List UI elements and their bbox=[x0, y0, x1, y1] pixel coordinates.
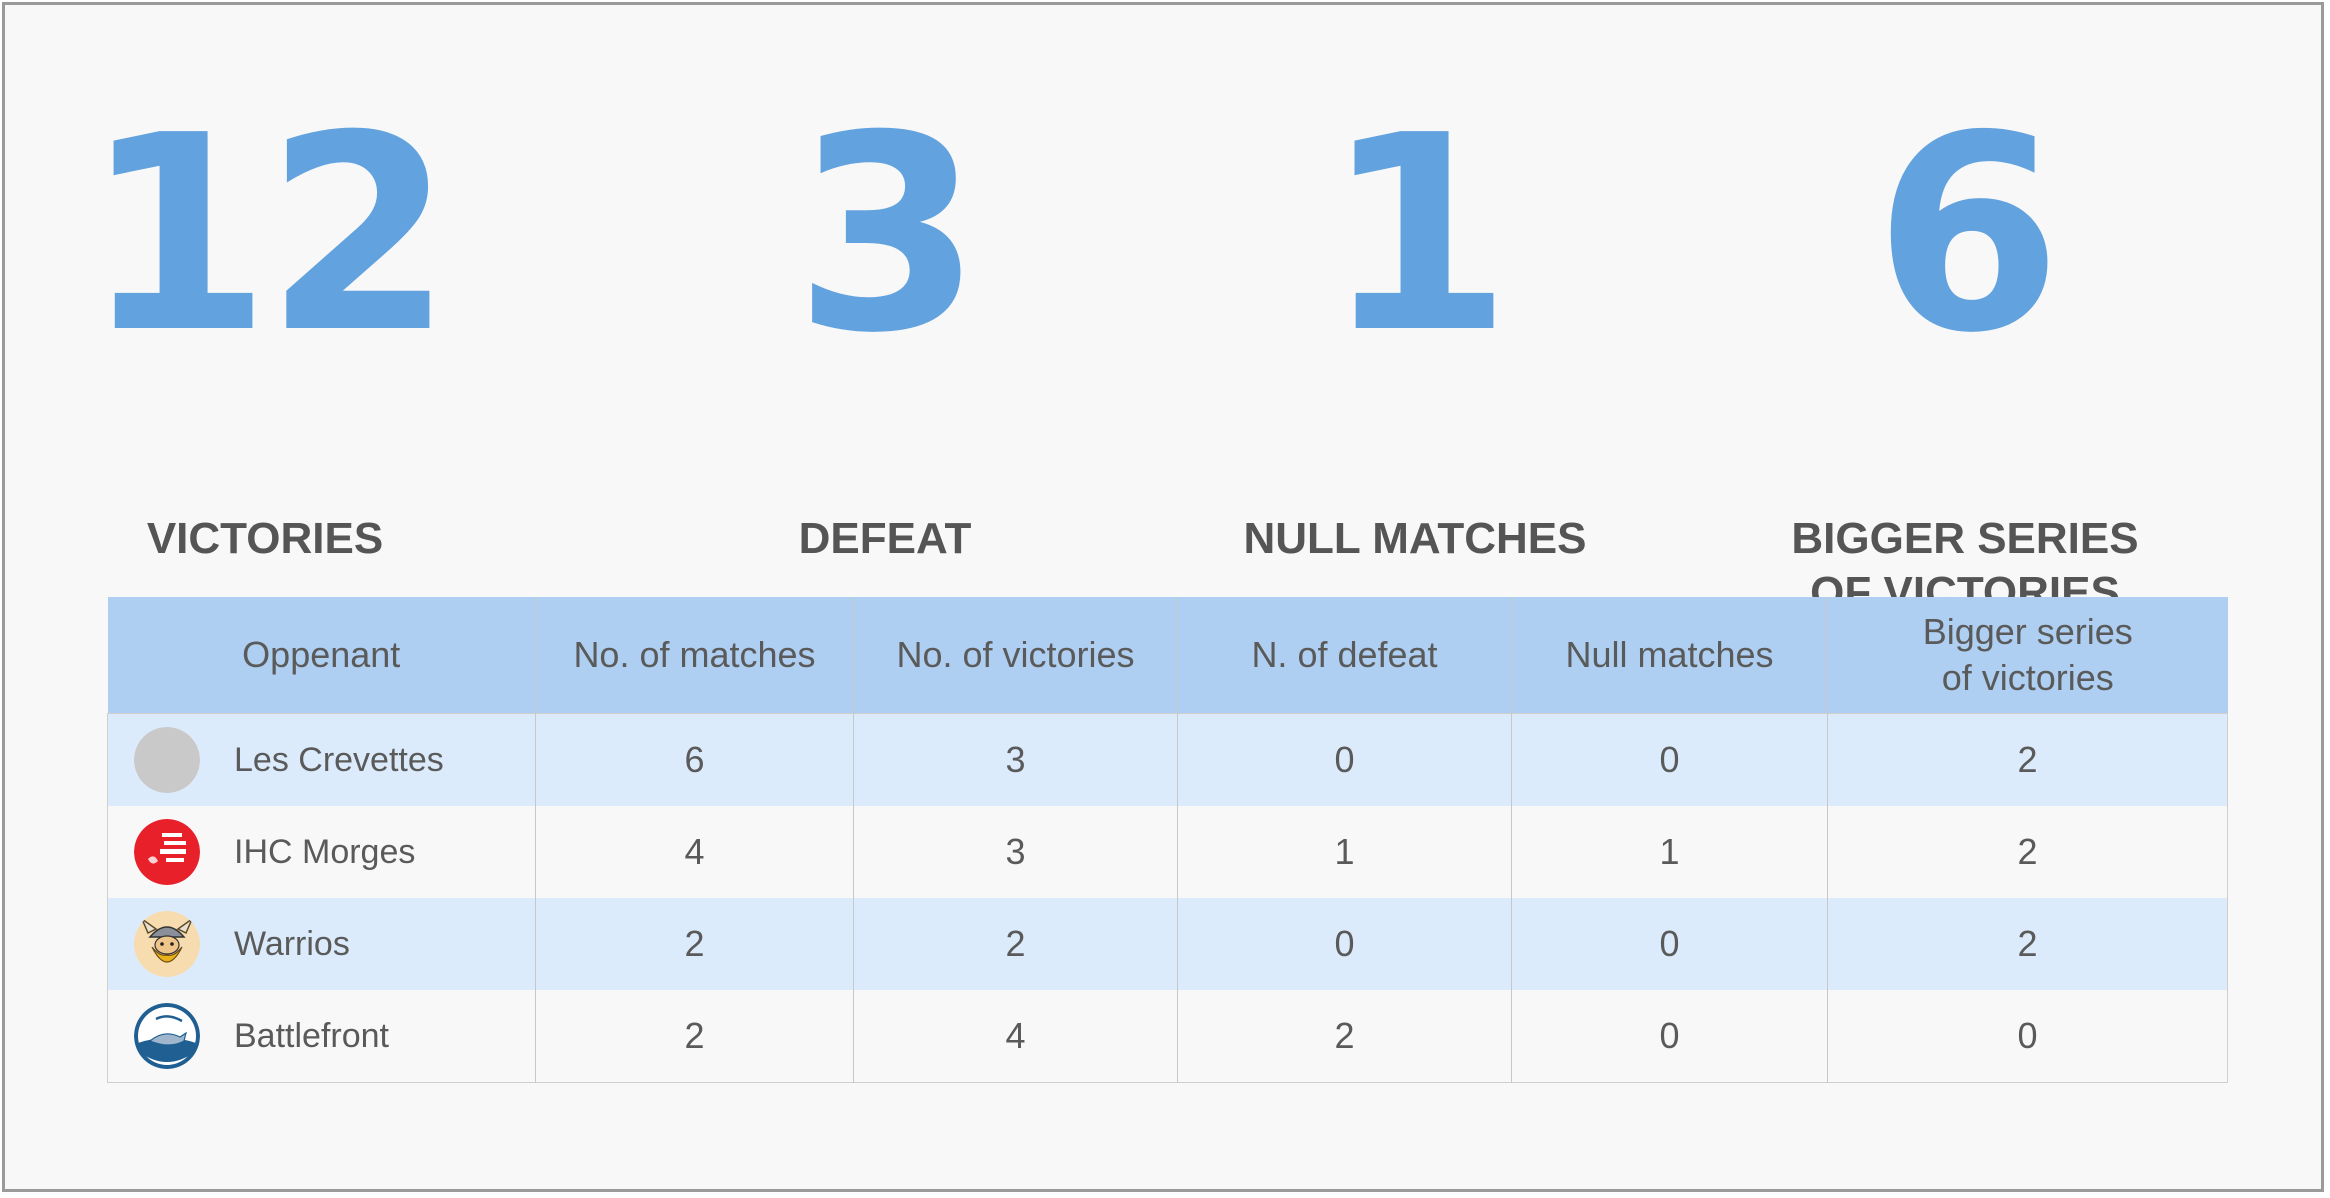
victories-cell: 4 bbox=[853, 990, 1178, 1083]
defeat-cell: 1 bbox=[1177, 806, 1512, 898]
series-cell: 2 bbox=[1827, 806, 2228, 898]
table-header-row: Oppenant No. of matches No. of victories… bbox=[107, 597, 2228, 714]
null-matches-cell: 0 bbox=[1511, 990, 1828, 1083]
stat-number: 6 bbox=[1874, 77, 2062, 392]
opponent-name: Warrios bbox=[234, 924, 350, 963]
defeat-cell: 0 bbox=[1177, 713, 1512, 806]
victories-cell: 3 bbox=[853, 713, 1178, 806]
header-matches: No. of matches bbox=[535, 597, 854, 714]
header-victories: No. of victories bbox=[853, 597, 1178, 714]
opponent-name: Battlefront bbox=[234, 1016, 389, 1055]
opponent-cell: IHC Morges bbox=[107, 806, 536, 898]
shark-logo-icon bbox=[134, 1003, 200, 1069]
stat-null-matches: 1 NULL MATCHES bbox=[1155, 77, 1675, 566]
victories-cell: 3 bbox=[853, 806, 1178, 898]
opponent-cell: Battlefront bbox=[107, 990, 536, 1083]
stat-number: 3 bbox=[794, 77, 982, 392]
matches-cell: 4 bbox=[535, 806, 854, 898]
stat-label: VICTORIES bbox=[146, 514, 384, 563]
stat-number: 12 bbox=[83, 77, 453, 392]
table-row: Battlefront 2 4 2 0 0 bbox=[107, 990, 2228, 1083]
opponent-cell: Les Crevettes bbox=[107, 713, 536, 806]
header-defeat: N. of defeat bbox=[1177, 597, 1512, 714]
ihc-morges-logo-icon bbox=[134, 819, 200, 885]
viking-warrior-logo-icon bbox=[134, 911, 200, 977]
stat-label: NULL MATCHES bbox=[1243, 514, 1587, 563]
null-matches-cell: 0 bbox=[1511, 713, 1828, 806]
defeat-cell: 2 bbox=[1177, 990, 1512, 1083]
victories-cell: 2 bbox=[853, 898, 1178, 990]
stat-defeat: 3 DEFEAT bbox=[625, 77, 1145, 566]
opponents-table-wrap: Oppenant No. of matches No. of victories… bbox=[107, 597, 2228, 1083]
stat-number: 1 bbox=[1324, 77, 1512, 392]
series-cell: 0 bbox=[1827, 990, 2228, 1083]
opponent-name: IHC Morges bbox=[234, 832, 416, 871]
header-bigger-series: Bigger series of victories bbox=[1827, 597, 2228, 714]
table-row: Les Crevettes 6 3 0 0 2 bbox=[107, 713, 2228, 806]
stat-label: DEFEAT bbox=[798, 514, 972, 563]
matches-cell: 6 bbox=[535, 713, 854, 806]
table-row: IHC Morges 4 3 1 1 2 bbox=[107, 806, 2228, 898]
opponents-table: Oppenant No. of matches No. of victories… bbox=[107, 597, 2228, 1083]
table-row: Warrios 2 2 0 0 2 bbox=[107, 898, 2228, 990]
null-matches-cell: 0 bbox=[1511, 898, 1828, 990]
stat-bigger-series: 6 BIGGER SERIES OF VICTORIES bbox=[1705, 77, 2225, 620]
stat-victories: 12 VICTORIES bbox=[5, 77, 525, 566]
null-matches-cell: 1 bbox=[1511, 806, 1828, 898]
opponent-cell: Warrios bbox=[107, 898, 536, 990]
series-cell: 2 bbox=[1827, 713, 2228, 806]
dashboard-frame: 12 VICTORIES 3 DEFEAT 1 NULL MATCHES 6 B… bbox=[2, 2, 2324, 1192]
matches-cell: 2 bbox=[535, 898, 854, 990]
placeholder-logo-icon bbox=[134, 727, 200, 793]
header-opponent: Oppenant bbox=[107, 597, 536, 714]
matches-cell: 2 bbox=[535, 990, 854, 1083]
opponent-name: Les Crevettes bbox=[234, 740, 444, 779]
defeat-cell: 0 bbox=[1177, 898, 1512, 990]
series-cell: 2 bbox=[1827, 898, 2228, 990]
header-null-matches: Null matches bbox=[1511, 597, 1828, 714]
